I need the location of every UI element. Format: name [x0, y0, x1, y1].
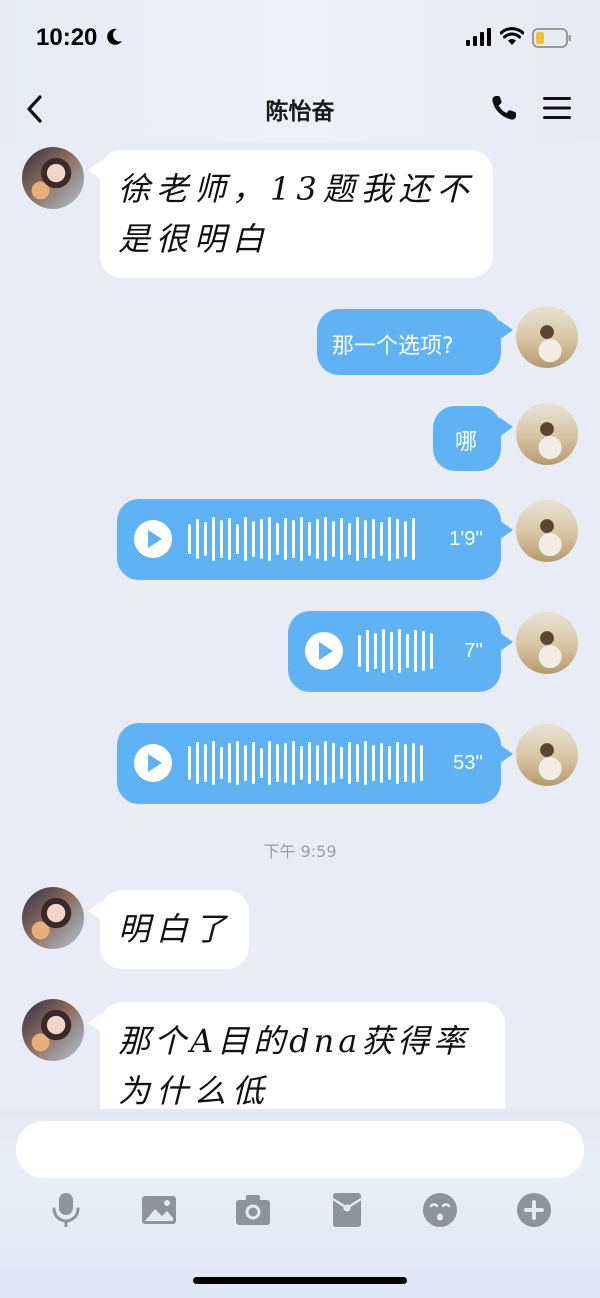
chat-area[interactable]: 徐老师，13题我还不 是很明白 那一个选项? 哪 1'9'' 7'' 53'' … — [0, 142, 600, 1109]
microphone-icon[interactable] — [47, 1191, 85, 1229]
bubble-tail — [499, 632, 513, 652]
play-icon[interactable] — [305, 632, 343, 670]
moon-icon — [107, 28, 122, 45]
battery-icon — [532, 28, 571, 48]
camera-icon[interactable] — [234, 1191, 272, 1229]
bubble-tail — [499, 520, 513, 540]
voice-duration: 7'' — [464, 640, 483, 662]
voice-message[interactable]: 7'' — [288, 611, 501, 692]
message-line: 是很明白 — [118, 220, 271, 258]
play-icon[interactable] — [134, 520, 172, 558]
avatar[interactable] — [516, 724, 578, 786]
message-bubble[interactable]: 那个A目的dna获得率 为什么低 — [100, 1002, 505, 1109]
phone-icon[interactable] — [489, 93, 519, 123]
voice-duration: 1'9'' — [449, 528, 483, 550]
message-line: 徐老师，13题我还不 — [118, 170, 475, 208]
waveform — [358, 628, 433, 674]
play-icon[interactable] — [134, 744, 172, 782]
status-bar: 10:20 — [0, 0, 600, 76]
home-indicator — [193, 1277, 407, 1284]
avatar[interactable] — [22, 887, 84, 949]
input-area — [0, 1109, 600, 1298]
image-icon[interactable] — [140, 1191, 178, 1229]
waveform — [188, 740, 423, 786]
message-input[interactable] — [16, 1121, 584, 1178]
emoji-icon[interactable] — [421, 1191, 459, 1229]
status-time: 10:20 — [36, 24, 98, 51]
message-line: 为什么低 — [118, 1072, 271, 1109]
bubble-tail — [499, 744, 513, 764]
message-line: 那个A目的dna获得率 — [118, 1022, 470, 1060]
avatar[interactable] — [22, 147, 84, 209]
voice-message[interactable]: 1'9'' — [117, 499, 501, 580]
message-text: 那一个选项? — [332, 334, 454, 359]
waveform — [188, 516, 415, 562]
message-bubble[interactable]: 明白了 — [100, 890, 249, 969]
message-bubble[interactable]: 哪 — [433, 406, 501, 471]
avatar[interactable] — [516, 612, 578, 674]
hamburger-menu-icon[interactable] — [542, 94, 572, 122]
avatar[interactable] — [22, 999, 84, 1061]
avatar[interactable] — [516, 500, 578, 562]
red-packet-icon[interactable] — [328, 1191, 366, 1229]
signal-icon — [466, 28, 491, 46]
timestamp: 下午 9:59 — [263, 842, 337, 861]
bubble-tail — [499, 320, 513, 340]
voice-duration: 53'' — [453, 752, 483, 774]
avatar[interactable] — [516, 403, 578, 465]
voice-message[interactable]: 53'' — [117, 723, 501, 804]
message-text: 哪 — [455, 430, 478, 455]
plus-icon[interactable] — [515, 1191, 553, 1229]
avatar[interactable] — [516, 306, 578, 368]
wifi-icon — [500, 27, 524, 45]
message-bubble[interactable]: 徐老师，13题我还不 是很明白 — [100, 150, 493, 278]
bubble-tail — [499, 417, 513, 437]
nav-bar: 陈怡奋 — [0, 76, 600, 142]
message-line: 明白了 — [118, 910, 233, 948]
message-bubble[interactable]: 那一个选项? — [317, 309, 501, 375]
